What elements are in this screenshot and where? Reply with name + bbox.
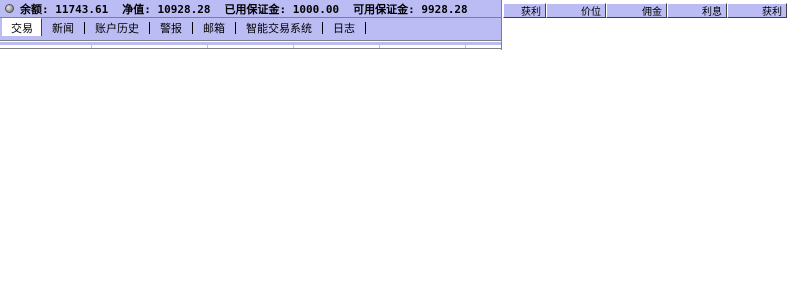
grid-header-strip	[0, 38, 501, 41]
column-header-commission[interactable]: 佣金	[606, 3, 667, 18]
balance-label: 余额: 11743.61	[20, 2, 109, 16]
column-header-profit[interactable]: 获利	[503, 3, 546, 18]
margin-free-label: 可用保证金: 9928.28	[353, 2, 468, 16]
tab-journal[interactable]: 日志	[323, 18, 365, 38]
terminal-tab-bar: 交易 新闻 账户历史 警报 邮箱 智能交易系统 日志	[0, 18, 502, 38]
tab-mailbox[interactable]: 邮箱	[193, 18, 235, 38]
column-header-price[interactable]: 价位	[546, 3, 606, 18]
tab-trade[interactable]: 交易	[2, 18, 42, 36]
equity-label: 净值: 10928.28	[122, 2, 211, 16]
tab-account-history[interactable]: 账户历史	[85, 18, 149, 38]
status-circle-icon	[5, 4, 14, 13]
tab-expert-advisors[interactable]: 智能交易系统	[236, 18, 322, 38]
account-summary-bar: 余额: 11743.61 净值: 10928.28 已用保证金: 1000.00…	[0, 0, 502, 18]
trade-grid	[0, 38, 502, 50]
grid-row-strip	[0, 42, 501, 45]
trade-column-header: 获利 价位 佣金 利息 获利	[503, 3, 787, 18]
margin-used-label: 已用保证金: 1000.00	[224, 2, 340, 16]
tab-separator	[365, 22, 366, 34]
column-header-profit-2[interactable]: 获利	[727, 3, 787, 18]
grid-bottom-border	[0, 48, 501, 49]
tab-alerts[interactable]: 警报	[150, 18, 192, 38]
column-header-swap[interactable]: 利息	[667, 3, 727, 18]
tab-news[interactable]: 新闻	[42, 18, 84, 38]
